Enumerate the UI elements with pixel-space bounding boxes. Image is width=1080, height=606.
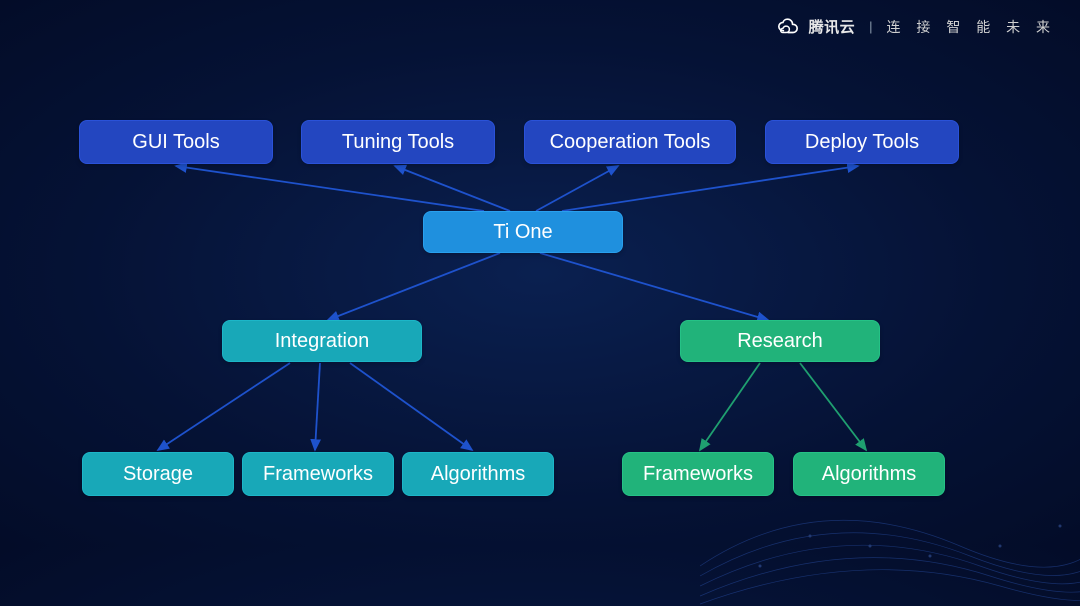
node-label: Storage	[123, 463, 193, 486]
node-label: Research	[737, 330, 823, 353]
node-label: GUI Tools	[132, 131, 219, 154]
node-label: Algorithms	[431, 463, 525, 486]
node-frameworks-integration: Frameworks	[242, 452, 394, 496]
decorative-wave	[700, 386, 1080, 606]
node-tuning-tools: Tuning Tools	[301, 120, 495, 164]
node-label: Integration	[275, 330, 370, 353]
node-integration: Integration	[222, 320, 422, 362]
node-label: Deploy Tools	[805, 131, 919, 154]
node-label: Frameworks	[263, 463, 373, 486]
node-gui-tools: GUI Tools	[79, 120, 273, 164]
node-storage: Storage	[82, 452, 234, 496]
node-label: Cooperation Tools	[550, 131, 711, 154]
node-cooperation-tools: Cooperation Tools	[524, 120, 736, 164]
node-deploy-tools: Deploy Tools	[765, 120, 959, 164]
node-label: Tuning Tools	[342, 131, 454, 154]
node-label: Ti One	[493, 221, 552, 244]
node-algorithms-integration: Algorithms	[402, 452, 554, 496]
node-research: Research	[680, 320, 880, 362]
node-tione: Ti One	[423, 211, 623, 253]
